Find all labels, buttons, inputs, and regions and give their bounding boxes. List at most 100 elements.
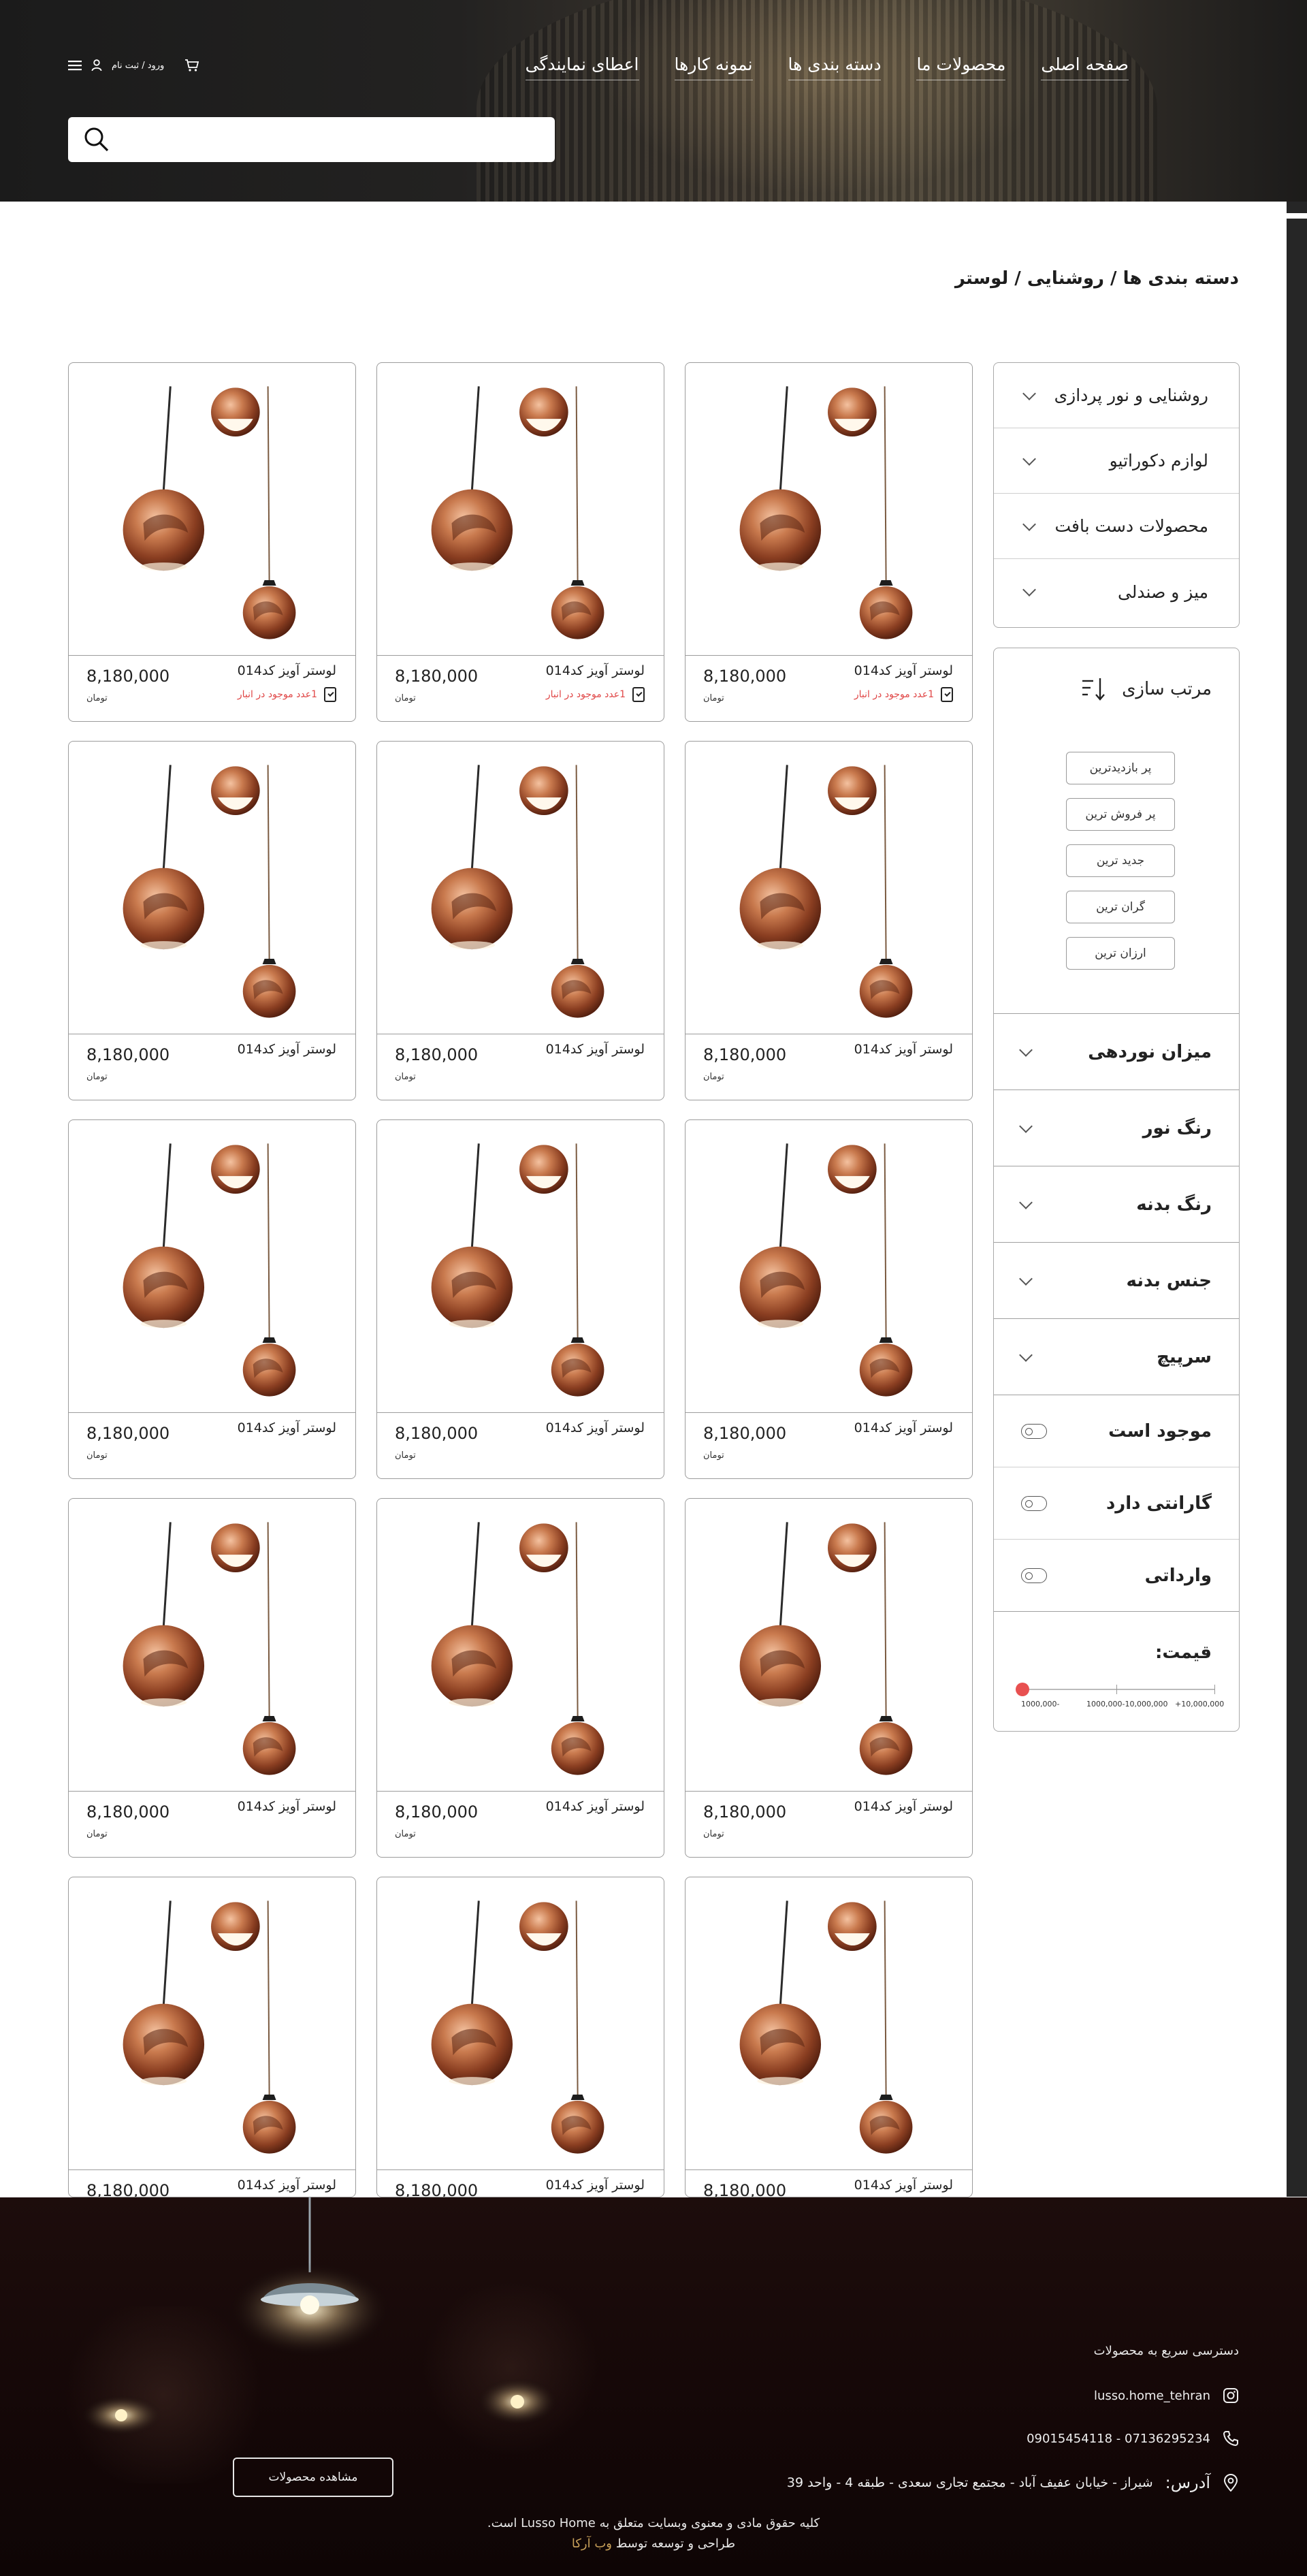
login-link[interactable]: ورود / ثبت نام: [112, 61, 164, 71]
category-decorative[interactable]: لوازم دکوراتیو: [994, 428, 1239, 494]
sort-header: مرتب سازی: [1080, 675, 1212, 703]
product-card[interactable]: لوستر آویز کد014 8,180,000: [68, 1877, 356, 2197]
category-handmade[interactable]: محصولات دست بافت: [994, 494, 1239, 559]
filter-light-color[interactable]: رنگ نور: [994, 1090, 1239, 1166]
cart-icon[interactable]: [184, 59, 199, 72]
product-image-frame[interactable]: [377, 363, 664, 656]
product-image-frame[interactable]: [685, 742, 972, 1034]
product-name[interactable]: لوستر آویز کد014: [238, 2178, 336, 2193]
filter-body-material[interactable]: جنس بدنه: [994, 1242, 1239, 1318]
product-card[interactable]: لوستر آویز کد014 8,180,000 تومان: [68, 1119, 356, 1479]
toggle-switch[interactable]: [1021, 1495, 1047, 1511]
category-lighting[interactable]: روشنایی و نور پردازی: [994, 363, 1239, 428]
product-image-frame[interactable]: [69, 1499, 355, 1792]
product-card[interactable]: لوستر آویز کد014 8,180,000 تومان: [685, 1498, 973, 1858]
product-image-frame[interactable]: [69, 742, 355, 1034]
product-name[interactable]: لوستر آویز کد014: [238, 1420, 336, 1435]
price-slider[interactable]: [1016, 1683, 1215, 1696]
product-name[interactable]: لوستر آویز کد014: [854, 1042, 953, 1057]
product-price: 8,180,000: [395, 1424, 479, 1443]
product-image-frame[interactable]: [377, 1120, 664, 1413]
product-card[interactable]: لوستر آویز کد014 8,180,000 تومان: [68, 1498, 356, 1858]
page-scrollbar[interactable]: [1263, 202, 1307, 2197]
product-card[interactable]: لوستر آویز کد014 8,180,000: [685, 1877, 973, 2197]
product-image-frame[interactable]: [685, 1499, 972, 1792]
instagram-link[interactable]: lusso.home_tehran: [1094, 2387, 1239, 2404]
product-name[interactable]: لوستر آویز کد014: [238, 1042, 336, 1057]
category-furniture[interactable]: میز و صندلی: [994, 559, 1239, 624]
product-card[interactable]: لوستر آویز کد014 8,180,000 تومان: [685, 1119, 973, 1479]
toggle-imported[interactable]: وارداتی: [994, 1539, 1239, 1611]
sort-cheapest[interactable]: ارزان ترین: [1066, 937, 1175, 970]
filter-socket[interactable]: سرپیچ: [994, 1318, 1239, 1395]
product-image-frame[interactable]: [377, 1499, 664, 1792]
sort-best-selling[interactable]: پر فروش ترین: [1066, 798, 1175, 831]
product-card[interactable]: لوستر آویز کد014 8,180,000 تومان 1عدد مو…: [376, 362, 664, 722]
credit-link[interactable]: وب آرکا: [572, 2537, 612, 2551]
product-price: 8,180,000: [395, 2181, 479, 2197]
scrollbar-track[interactable]: [1287, 202, 1307, 2197]
product-price: 8,180,000: [703, 1045, 787, 1064]
slider-knob[interactable]: [1016, 1683, 1029, 1696]
product-name[interactable]: لوستر آویز کد014: [854, 663, 953, 678]
toggle-switch[interactable]: [1021, 1423, 1047, 1439]
product-name[interactable]: لوستر آویز کد014: [854, 1420, 953, 1435]
menu-icon[interactable]: [68, 60, 82, 71]
sort-most-expensive[interactable]: گران ترین: [1066, 891, 1175, 923]
scrollbar-thumb[interactable]: [1287, 213, 1307, 219]
product-currency: تومان: [395, 1829, 416, 1839]
footer: دسترسی سریع به محصولات lusso.home_tehran…: [0, 2197, 1307, 2576]
toggle-in-stock[interactable]: موجود است: [994, 1395, 1239, 1467]
product-name[interactable]: لوستر آویز کد014: [546, 663, 645, 678]
product-card[interactable]: لوستر آویز کد014 8,180,000 تومان 1عدد مو…: [68, 362, 356, 722]
chevron-down-icon: [1022, 386, 1036, 400]
filter-brightness[interactable]: میزان نوردهی: [994, 1013, 1239, 1090]
product-image-frame[interactable]: [69, 1120, 355, 1413]
sort-most-viewed[interactable]: پر بازدیدترین: [1066, 752, 1175, 784]
product-name[interactable]: لوستر آویز کد014: [854, 2178, 953, 2193]
nav-products[interactable]: محصولات ما: [916, 54, 1006, 80]
product-price: 8,180,000: [86, 1802, 170, 1822]
nav-home[interactable]: صفحه اصلی: [1041, 54, 1129, 80]
toggle-switch[interactable]: [1021, 1568, 1047, 1583]
nav-portfolio[interactable]: نمونه کارها: [674, 54, 753, 80]
nav-categories[interactable]: دسته بندی ها: [788, 54, 882, 80]
product-image-frame[interactable]: [69, 363, 355, 656]
product-card[interactable]: لوستر آویز کد014 8,180,000 تومان: [376, 1119, 664, 1479]
product-image-frame[interactable]: [69, 1877, 355, 2170]
product-card[interactable]: لوستر آویز کد014 8,180,000 تومان: [68, 741, 356, 1100]
product-name[interactable]: لوستر آویز کد014: [238, 1799, 336, 1814]
product-name[interactable]: لوستر آویز کد014: [546, 1420, 645, 1435]
product-card[interactable]: لوستر آویز کد014 8,180,000 تومان: [376, 1498, 664, 1858]
product-card[interactable]: لوستر آویز کد014 8,180,000: [376, 1877, 664, 2197]
nav-agency[interactable]: اعطای نمایندگی: [525, 54, 639, 80]
slider-tick: [1214, 1685, 1215, 1694]
product-card[interactable]: لوستر آویز کد014 8,180,000 تومان: [685, 741, 973, 1100]
breadcrumb[interactable]: دسته بندی ها / روشنایی / لوستر: [955, 268, 1239, 289]
product-name[interactable]: لوستر آویز کد014: [546, 2178, 645, 2193]
product-card[interactable]: لوستر آویز کد014 8,180,000 تومان: [376, 741, 664, 1100]
user-icon[interactable]: [91, 59, 102, 71]
filter-body-color[interactable]: رنگ بدنه: [994, 1166, 1239, 1242]
product-name[interactable]: لوستر آویز کد014: [546, 1042, 645, 1057]
instagram-icon: [1223, 2388, 1238, 2403]
product-name[interactable]: لوستر آویز کد014: [238, 663, 336, 678]
product-image: [739, 1522, 913, 1775]
product-name[interactable]: لوستر آویز کد014: [546, 1799, 645, 1814]
product-image-frame[interactable]: [685, 1120, 972, 1413]
product-image-frame[interactable]: [377, 1877, 664, 2170]
sort-newest[interactable]: جدید ترین: [1066, 844, 1175, 877]
credit: طراحی و توسعه توسط وب آرکا: [0, 2537, 1307, 2551]
product-image-frame[interactable]: [685, 1877, 972, 2170]
product-image-frame[interactable]: [685, 363, 972, 656]
product-name[interactable]: لوستر آویز کد014: [854, 1799, 953, 1814]
search-input[interactable]: [120, 123, 555, 157]
search-icon[interactable]: [83, 126, 110, 153]
product-card[interactable]: لوستر آویز کد014 8,180,000 تومان 1عدد مو…: [685, 362, 973, 722]
view-products-button[interactable]: مشاهده محصولات: [233, 2458, 393, 2497]
product-image-frame[interactable]: [377, 742, 664, 1034]
price-tick-label: +10,000,000: [1175, 1700, 1225, 1708]
phone-link[interactable]: 07136295234 - 09015454118: [1027, 2430, 1239, 2447]
clipboard-check-icon: [324, 687, 336, 702]
toggle-warranty[interactable]: گارانتی دارد: [994, 1467, 1239, 1539]
